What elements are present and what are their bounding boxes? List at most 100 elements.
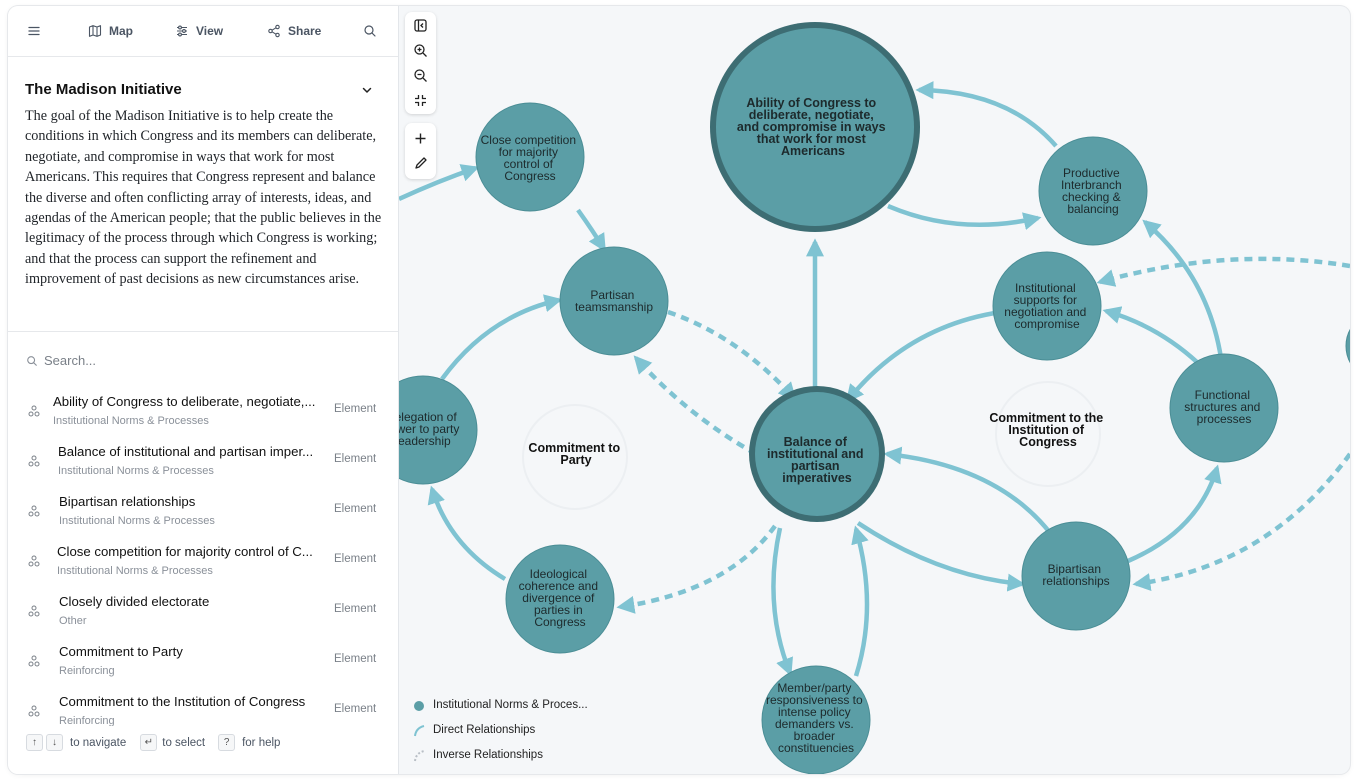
- list-item[interactable]: Close competition for majority control o…: [8, 536, 398, 586]
- search-field[interactable]: Search...: [26, 353, 96, 368]
- side-panel: Map View Share The Madison Initiative Th…: [8, 6, 399, 774]
- legend-label: Inverse Relationships: [433, 749, 543, 761]
- hamburger-icon: [28, 26, 40, 36]
- search-icon: [364, 25, 376, 37]
- list-item-category: Reinforcing: [59, 715, 115, 726]
- circle-icon: [414, 701, 424, 711]
- loop-label-institution[interactable]: Commitment to the Institution of Congres…: [989, 411, 1106, 449]
- map-icon: [88, 25, 102, 37]
- up-key: ↑: [26, 734, 43, 751]
- list-item-type: Element: [334, 453, 377, 465]
- map-canvas[interactable]: Ability of Congress to deliberate, negot…: [399, 6, 1350, 774]
- list-item-type: Element: [334, 503, 377, 515]
- keyboard-help: ↑ ↓ to navigate ↵ to select ? for help: [26, 734, 280, 751]
- edge-ability-to-productive[interactable]: [887, 203, 1042, 230]
- list-item-type: Element: [334, 603, 377, 615]
- edit-controls: [405, 123, 436, 179]
- node-label-line: Americans: [781, 144, 845, 158]
- navigate-hint: to navigate: [70, 736, 127, 749]
- edge-delegation-to-partisan[interactable]: [440, 294, 563, 381]
- loop-label-party[interactable]: Commitment to Party: [528, 441, 623, 467]
- node-label-line: constituencies: [778, 741, 854, 755]
- edge-close-competition-to-partisan[interactable]: [576, 208, 606, 253]
- node-bipartisan[interactable]: Bipartisan relationships: [1021, 521, 1131, 631]
- pencil-icon[interactable]: [413, 156, 428, 171]
- description-section: The Madison Initiative The goal of the M…: [8, 57, 398, 332]
- node-partisan-teamsmanship[interactable]: Partisan teamsmanship: [559, 246, 669, 356]
- edge-balance-to-ideological-inverse[interactable]: [616, 524, 777, 614]
- edge-bipartisan-to-balance[interactable]: [883, 446, 1053, 536]
- list-item[interactable]: Closely divided electorate Other Element: [8, 586, 398, 636]
- node-functional[interactable]: Functional structures and processes: [1169, 353, 1279, 463]
- arc-icon: [414, 725, 425, 737]
- node-ideological[interactable]: Ideological coherence and divergence of …: [505, 544, 615, 654]
- node-label: Productive Interbranch checking & balanc…: [1061, 166, 1125, 216]
- list-item-category: Institutional Norms & Processes: [53, 415, 209, 427]
- add-icon[interactable]: [413, 131, 428, 146]
- map-button[interactable]: Map: [88, 6, 133, 56]
- list-item-name: Commitment to Party: [59, 644, 183, 659]
- list-item[interactable]: Ability of Congress to deliberate, negot…: [8, 386, 398, 436]
- view-button[interactable]: View: [175, 6, 223, 56]
- list-item[interactable]: Bipartisan relationships Institutional N…: [8, 486, 398, 536]
- loop-diagram[interactable]: Ability of Congress to deliberate, negot…: [399, 6, 1350, 774]
- node-productive[interactable]: Productive Interbranch checking & balanc…: [1038, 136, 1148, 246]
- edge-functional-to-productive[interactable]: [1142, 219, 1224, 359]
- list-item-name: Commitment to the Institution of Congres…: [59, 694, 306, 709]
- menu-button[interactable]: [27, 6, 41, 56]
- map-description: The goal of the Madison Initiative is to…: [25, 108, 382, 288]
- node-label-line: leadership: [399, 434, 451, 448]
- edge-member-to-balance[interactable]: [851, 525, 870, 677]
- edge-balance-to-bipartisan[interactable]: [856, 521, 1026, 592]
- view-label: View: [196, 24, 224, 38]
- list-item-name: Balance of institutional and partisan im…: [58, 444, 314, 459]
- element-icon: [28, 605, 40, 617]
- element-icon: [28, 505, 40, 517]
- node-label: Institutional supports for negotiation a…: [1004, 281, 1089, 331]
- toggle-panel-icon[interactable]: [413, 18, 428, 33]
- node-label-line: relationships: [1042, 574, 1109, 588]
- edge-partisan-to-balance-inverse[interactable]: [667, 309, 797, 401]
- fit-screen-icon[interactable]: [413, 93, 428, 108]
- node-balance[interactable]: Balance of institutional and partisan im…: [749, 386, 885, 522]
- top-toolbar: Map View Share: [8, 6, 398, 57]
- view-controls: [405, 12, 436, 114]
- node-delegation[interactable]: Delegation of power to party leadership: [399, 375, 478, 485]
- search-button[interactable]: [363, 6, 377, 56]
- edge-bipartisan-to-functional[interactable]: [1127, 464, 1222, 564]
- zoom-in-icon[interactable]: [413, 43, 428, 58]
- node-label-line: Congress: [534, 615, 585, 629]
- node-label: Member/party responsiveness to intense p…: [766, 681, 866, 755]
- list-item[interactable]: Commitment to the Institution of Congres…: [8, 686, 398, 726]
- edge-offscreen-to-institutional-inverse[interactable]: [1096, 256, 1350, 287]
- node-member-party[interactable]: Member/party responsiveness to intense p…: [761, 665, 871, 774]
- list-item-name: Close competition for majority control o…: [57, 544, 313, 559]
- loop-label-line: Congress: [1019, 435, 1077, 449]
- edge-functional-to-institutional[interactable]: [1102, 306, 1200, 365]
- edge-institutional-to-balance[interactable]: [845, 309, 1002, 403]
- chevron-down-icon[interactable]: [359, 82, 375, 98]
- search-placeholder: Search...: [44, 353, 97, 368]
- node-institutional-supports[interactable]: Institutional supports for negotiation a…: [992, 251, 1102, 361]
- zoom-out-icon[interactable]: [413, 68, 428, 83]
- edge-productive-to-ability[interactable]: [915, 81, 1058, 148]
- enter-key: ↵: [140, 734, 158, 751]
- list-item[interactable]: Balance of institutional and partisan im…: [8, 436, 398, 486]
- node-ability[interactable]: Ability of Congress to deliberate, negot…: [710, 22, 920, 232]
- edge-ideological-to-delegation[interactable]: [427, 485, 507, 581]
- node-close-competition[interactable]: Close competition for majority control o…: [475, 102, 585, 212]
- help-hint: for help: [242, 736, 281, 749]
- list-item-category: Institutional Norms & Processes: [57, 565, 213, 577]
- loop-label-line: Party: [560, 453, 591, 467]
- list-item-name: Ability of Congress to deliberate, negot…: [53, 394, 316, 409]
- share-button[interactable]: Share: [267, 6, 321, 56]
- node-offscreen[interactable]: [1345, 312, 1350, 380]
- list-item[interactable]: Commitment to Party Reinforcing Element: [8, 636, 398, 686]
- element-icon: [28, 455, 40, 467]
- node-label-line: compromise: [1014, 317, 1080, 331]
- edge-balance-to-member[interactable]: [771, 527, 793, 677]
- node-label-line: processes: [1197, 412, 1252, 426]
- edge-balance-to-partisan-inverse[interactable]: [633, 355, 758, 456]
- edge-offscreen-to-bipartisan-inverse[interactable]: [1132, 452, 1350, 591]
- element-list: Ability of Congress to deliberate, negot…: [8, 386, 398, 726]
